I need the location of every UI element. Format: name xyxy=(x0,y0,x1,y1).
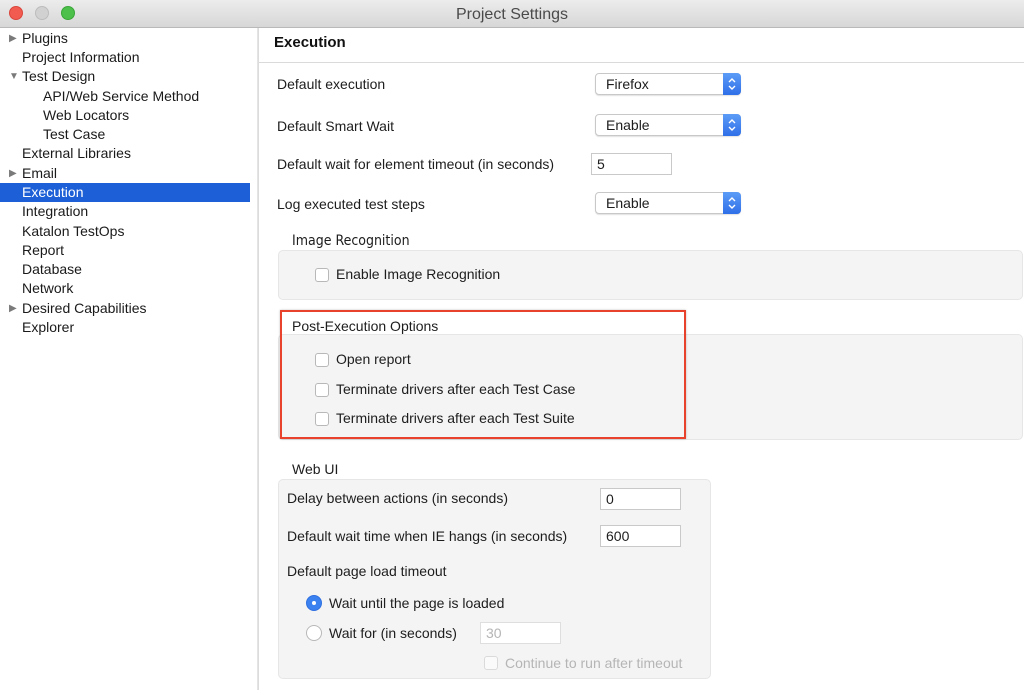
tree-item-label: Desired Capabilities xyxy=(22,300,147,316)
terminate-after-test-case-label[interactable]: Terminate drivers after each Test Case xyxy=(336,381,575,397)
terminate-after-test-case-checkbox[interactable] xyxy=(315,383,329,397)
continue-after-timeout-checkbox[interactable] xyxy=(484,656,498,670)
tree-item-web-locators[interactable]: Web Locators xyxy=(0,106,250,125)
open-report-label[interactable]: Open report xyxy=(336,351,411,367)
web-ui-group: Delay between actions (in seconds) 0 Def… xyxy=(278,479,711,679)
input-value: 5 xyxy=(597,156,605,172)
image-recognition-title: Image Recognition xyxy=(292,233,410,249)
tree-item-label: Explorer xyxy=(22,319,75,335)
window-title: Project Settings xyxy=(455,6,569,23)
ie-hang-wait-input[interactable]: 600 xyxy=(600,525,681,547)
terminate-after-test-suite-checkbox[interactable] xyxy=(315,412,329,426)
expand-arrow-icon[interactable]: ▶ xyxy=(9,299,17,318)
expand-arrow-icon[interactable]: ▶ xyxy=(9,29,17,48)
page-load-timeout-label: Default page load timeout xyxy=(287,563,447,579)
delay-between-actions-label: Delay between actions (in seconds) xyxy=(287,490,509,506)
default-execution-label: Default execution xyxy=(277,76,386,92)
log-executed-steps-select[interactable]: Enable xyxy=(595,192,741,214)
tree-item-label: Report xyxy=(22,242,65,258)
tree-item-integration[interactable]: Integration xyxy=(0,202,250,221)
tree-item-email[interactable]: ▶ Email xyxy=(0,164,250,183)
tree-item-label: Integration xyxy=(22,203,89,219)
enable-image-recognition-label[interactable]: Enable Image Recognition xyxy=(336,266,500,282)
select-value: Firefox xyxy=(606,76,649,92)
select-stepper-icon[interactable] xyxy=(723,114,741,136)
default-smart-wait-select[interactable]: Enable xyxy=(595,114,741,136)
title-bar[interactable]: Project Settings xyxy=(0,0,1024,28)
tree-item-label: Plugins xyxy=(22,30,68,46)
tree-item-katalon-testops[interactable]: Katalon TestOps xyxy=(0,222,250,241)
tree-item-desired-capabilities[interactable]: ▶ Desired Capabilities xyxy=(0,299,250,318)
default-wait-timeout-input[interactable]: 5 xyxy=(591,153,672,175)
tree-item-external-libraries[interactable]: External Libraries xyxy=(0,144,250,163)
tree-item-label: Execution xyxy=(22,184,84,200)
tree-item-label: External Libraries xyxy=(22,145,131,161)
continue-after-timeout-label[interactable]: Continue to run after timeout xyxy=(505,655,682,671)
collapse-arrow-icon[interactable]: ▼ xyxy=(9,67,19,86)
tree-item-label: Katalon TestOps xyxy=(22,223,125,239)
select-value: Enable xyxy=(606,195,650,211)
tree-item-plugins[interactable]: ▶ Plugins xyxy=(0,29,250,48)
tree-item-project-information[interactable]: Project Information xyxy=(0,48,250,67)
settings-tree: ▶ Plugins Project Information ▼ Test Des… xyxy=(0,28,258,690)
log-executed-steps-label: Log executed test steps xyxy=(277,196,425,212)
tree-item-network[interactable]: Network xyxy=(0,279,250,298)
default-smart-wait-label: Default Smart Wait xyxy=(277,118,394,134)
expand-arrow-icon[interactable]: ▶ xyxy=(9,164,17,183)
tree-item-label: Email xyxy=(22,165,58,181)
wait-until-loaded-label[interactable]: Wait until the page is loaded xyxy=(329,595,504,611)
tree-item-label: Network xyxy=(22,280,74,296)
select-stepper-icon[interactable] xyxy=(723,192,741,214)
wait-until-loaded-radio[interactable] xyxy=(306,595,322,611)
input-value: 0 xyxy=(606,491,614,507)
header-divider xyxy=(259,62,1024,63)
tree-item-label: Test Case xyxy=(43,126,106,142)
tree-item-label: Project Information xyxy=(22,49,140,65)
tree-item-test-design[interactable]: ▼ Test Design xyxy=(0,67,250,86)
default-execution-select[interactable]: Firefox xyxy=(595,73,741,95)
wait-for-seconds-input[interactable]: 30 xyxy=(480,622,561,644)
tree-item-report[interactable]: Report xyxy=(0,241,250,260)
enable-image-recognition-checkbox[interactable] xyxy=(315,268,329,282)
input-value: 600 xyxy=(606,528,630,544)
web-ui-title: Web UI xyxy=(292,461,339,477)
tree-item-test-case[interactable]: Test Case xyxy=(0,125,250,144)
tree-item-label: Web Locators xyxy=(43,107,130,123)
delay-between-actions-input[interactable]: 0 xyxy=(600,488,681,510)
tree-item-label: API/Web Service Method xyxy=(43,88,200,104)
select-stepper-icon[interactable] xyxy=(723,73,741,95)
post-execution-group: Open report Terminate drivers after each… xyxy=(278,334,1023,440)
tree-item-database[interactable]: Database xyxy=(0,260,250,279)
image-recognition-group: Enable Image Recognition xyxy=(278,250,1023,300)
tree-item-label: Database xyxy=(22,261,82,277)
wait-for-seconds-radio[interactable] xyxy=(306,625,322,641)
tree-item-execution[interactable]: Execution xyxy=(0,183,250,202)
ie-hang-wait-label: Default wait time when IE hangs (in seco… xyxy=(287,528,568,544)
page-title: Execution xyxy=(274,34,346,51)
tree-item-label: Test Design xyxy=(22,68,96,84)
select-value: Enable xyxy=(606,117,650,133)
post-execution-title: Post-Execution Options xyxy=(292,318,439,334)
tree-item-explorer[interactable]: Explorer xyxy=(0,318,250,337)
tree-item-api-web-service-method[interactable]: API/Web Service Method xyxy=(0,87,250,106)
input-value: 30 xyxy=(486,625,502,641)
terminate-after-test-suite-label[interactable]: Terminate drivers after each Test Suite xyxy=(336,410,575,426)
wait-for-seconds-label[interactable]: Wait for (in seconds) xyxy=(329,625,457,641)
default-wait-timeout-label: Default wait for element timeout (in sec… xyxy=(277,156,555,172)
execution-settings-panel: Execution Default execution Firefox Defa… xyxy=(259,28,1024,690)
open-report-checkbox[interactable] xyxy=(315,353,329,367)
